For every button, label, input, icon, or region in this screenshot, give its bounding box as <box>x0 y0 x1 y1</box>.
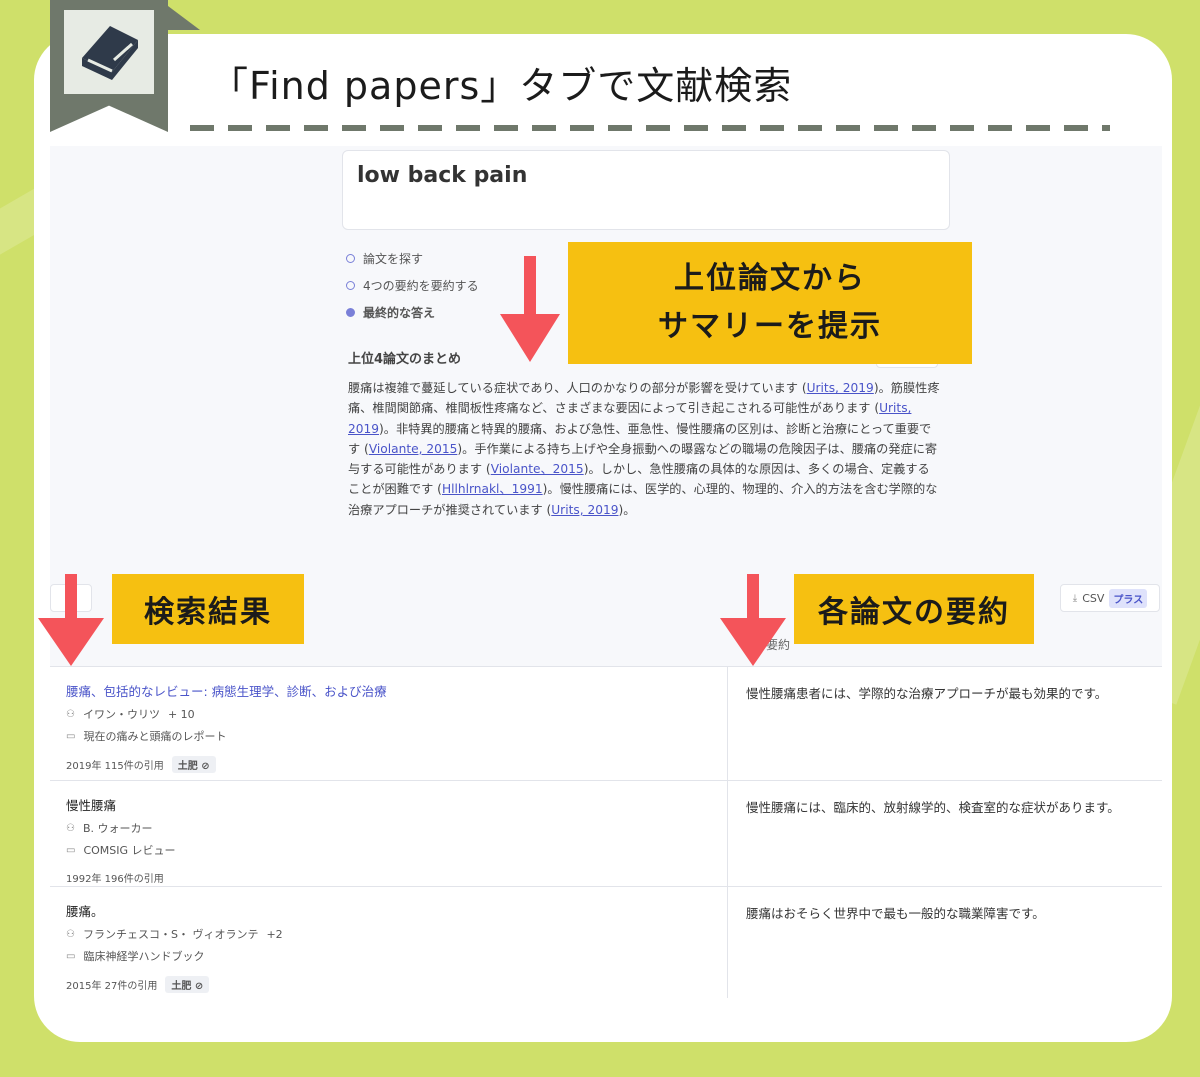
search-query-text: low back pain <box>357 163 528 188</box>
authors-icon: ⚇ <box>66 928 75 940</box>
paper-year-citations: 1992年 196件の引用 <box>66 874 164 885</box>
step-dot-icon <box>346 281 355 290</box>
page-title: 「Find papers」タブで文献検索 <box>210 64 793 108</box>
step-label: 論文を探す <box>363 252 424 266</box>
journal-icon: ▭ <box>66 844 76 856</box>
paper-year-citations: 2019年 115件の引用 <box>66 761 164 772</box>
journal-icon: ▭ <box>66 730 76 742</box>
journal-icon: ▭ <box>66 950 76 962</box>
paper-summary: 腰痛はおそらく世界中で最も一般的な職業障害です。 <box>746 906 1045 921</box>
authors-icon: ⚇ <box>66 822 75 834</box>
arrow-down-icon <box>720 574 786 666</box>
paper-journal: 臨床神経学ハンドブック <box>83 950 205 963</box>
paper-title-link[interactable]: 腰痛。 <box>66 901 727 920</box>
step-label: 最終的な答え <box>363 306 436 320</box>
link-icon: ⊘ <box>194 981 204 992</box>
step-dot-icon <box>346 254 355 263</box>
paper-year-citations: 2015年 27件の引用 <box>66 981 158 992</box>
callout-each-summary: 各論文の要約 <box>794 574 1034 644</box>
paper-tag[interactable]: 土肥 ⊘ <box>165 976 210 993</box>
arrow-down-icon <box>38 574 104 666</box>
step-dot-active-icon <box>346 308 355 317</box>
citation-link[interactable]: Urits, 2019 <box>807 381 874 395</box>
paper-authors: フランチェスコ・S・ ヴィオランテ <box>82 928 259 941</box>
step-summarize: 4つの要約を要約する <box>346 277 479 294</box>
step-final-answer: 最終的な答え <box>346 304 435 321</box>
plus-badge: プラス <box>1109 588 1148 608</box>
dashed-divider <box>190 125 1110 131</box>
table-row[interactable]: 腰痛。 ⚇ フランチェスコ・S・ ヴィオランテ +2 ▭ 臨床神経学ハンドブック 20… <box>50 886 1162 998</box>
citation-link[interactable]: Violante、2015 <box>491 462 584 476</box>
search-query-box[interactable]: low back pain <box>342 150 950 230</box>
paper-authors: イワン・ウリツ <box>82 708 160 721</box>
citation-link[interactable]: Violante, 2015 <box>369 442 458 456</box>
citation-link[interactable]: Hllhlrnakl、1991 <box>442 482 543 496</box>
paper-title-link[interactable]: 腰痛、包括的なレビュー: 病態生理学、診断、および治療 <box>66 681 727 700</box>
step-find-papers: 論文を探す <box>346 250 423 267</box>
paper-tag[interactable]: 土肥 ⊘ <box>171 756 216 773</box>
authors-extra[interactable]: +2 <box>266 928 282 941</box>
callout-top-summary: 上位論文から サマリーを提示 <box>568 242 972 364</box>
table-row[interactable]: 腰痛、包括的なレビュー: 病態生理学、診断、および治療 ⚇ イワン・ウリツ + 10… <box>50 666 1162 780</box>
paper-journal: 現在の痛みと頭痛のレポート <box>83 730 227 743</box>
table-row[interactable]: 慢性腰痛 ⚇ B. ウォーカー ▭ COMSIG レビュー 1992年 196件の引… <box>50 780 1162 886</box>
link-icon: ⊘ <box>201 761 210 772</box>
authors-icon: ⚇ <box>66 708 75 720</box>
callout-search-results: 検索結果 <box>112 574 304 644</box>
book-icon <box>64 10 154 94</box>
citation-link[interactable]: Urits, 2019 <box>551 503 618 517</box>
csv-export-button[interactable]: ⤓ CSV プラス <box>1060 584 1160 612</box>
download-icon: ⤓ <box>1072 592 1078 604</box>
paper-authors: B. ウォーカー <box>82 822 153 835</box>
paper-summary: 慢性腰痛患者には、学際的な治療アプローチが最も効果的です。 <box>746 686 1108 701</box>
authors-extra[interactable]: + 10 <box>168 708 195 721</box>
paper-summary: 慢性腰痛には、臨床的、放射線学的、検査室的な症状があります。 <box>746 800 1120 815</box>
paper-journal: COMSIG レビュー <box>83 844 176 857</box>
summary-title: 上位4論文のまとめ <box>348 352 462 367</box>
arrow-down-icon <box>500 256 560 362</box>
step-label: 4つの要約を要約する <box>363 279 479 293</box>
paper-title-link[interactable]: 慢性腰痛 <box>66 795 727 814</box>
summary-text: 腰痛は複雑で蔓延している症状であり、人口のかなりの部分が影響を受けています (U… <box>348 381 940 517</box>
results-table: 腰痛、包括的なレビュー: 病態生理学、診断、および治療 ⚇ イワン・ウリツ + 10… <box>50 666 1162 998</box>
